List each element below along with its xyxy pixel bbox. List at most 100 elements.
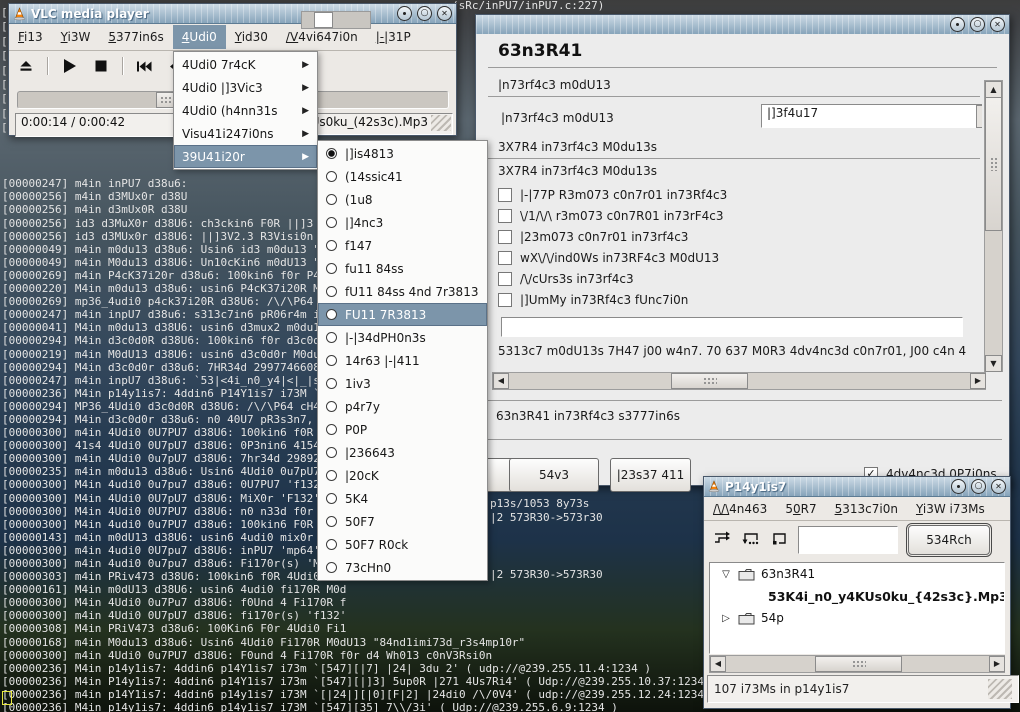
equalizer-menu-item[interactable]: (1u8 bbox=[318, 188, 487, 211]
scroll-left-icon[interactable]: ◀ bbox=[710, 656, 726, 672]
radio-icon[interactable] bbox=[326, 332, 337, 343]
maximize-icon[interactable]: ○ bbox=[417, 6, 432, 21]
minimize-icon[interactable] bbox=[951, 479, 966, 494]
expander-icon[interactable]: ▽ bbox=[720, 569, 732, 580]
prefs-vscrollbar[interactable]: ▲ ▼ bbox=[984, 80, 1003, 372]
scroll-up-icon[interactable]: ▲ bbox=[985, 81, 1002, 98]
equalizer-menu-item[interactable]: |20cK bbox=[318, 464, 487, 487]
preferences-titlebar[interactable]: ○ ✕ bbox=[476, 15, 1009, 35]
module-checkbox-row[interactable]: ✓ /\/cUrs3s in73rf4c3 bbox=[498, 268, 727, 289]
tree-row-file[interactable]: 53K4i_n0_y4KUs0ku_{42s3c}.Mp3 bbox=[710, 585, 1004, 607]
checkbox-icon[interactable]: ✓ bbox=[498, 188, 512, 202]
menubar-item[interactable]: 5313c7i0n bbox=[826, 497, 907, 521]
tree-row-folder[interactable]: ▷ 54p bbox=[710, 607, 1004, 629]
equalizer-menu-item[interactable]: 14r63 |-|411 bbox=[318, 349, 487, 372]
eject-icon[interactable] bbox=[15, 56, 37, 76]
equalizer-menu-item[interactable]: |236643 bbox=[318, 441, 487, 464]
resize-grip-icon[interactable] bbox=[431, 115, 451, 131]
vlc-titlebar[interactable]: VLC media player ○ ✕ bbox=[9, 4, 456, 24]
maximize-icon[interactable]: ○ bbox=[971, 479, 986, 494]
prefs-hscrollbar[interactable]: ◀ ▶ bbox=[492, 372, 986, 390]
radio-icon[interactable] bbox=[326, 470, 337, 481]
equalizer-menu-item[interactable]: FU11 7R3813 bbox=[318, 303, 487, 326]
module-checkbox-row[interactable]: ✓ |23m073 c0n7r01 in73rf4c3 bbox=[498, 226, 727, 247]
radio-icon[interactable] bbox=[326, 286, 337, 297]
radio-icon[interactable] bbox=[326, 171, 337, 182]
interface-module-select[interactable]: |]3f4u17 bbox=[761, 104, 982, 128]
radio-icon[interactable] bbox=[326, 240, 337, 251]
audio-menu-item[interactable]: 39U41i20r ▶ bbox=[174, 145, 317, 168]
checkbox-icon[interactable]: ✓ bbox=[498, 230, 512, 244]
previous-icon[interactable] bbox=[133, 56, 155, 76]
volume-slider-handle[interactable] bbox=[314, 12, 333, 28]
menubar-item[interactable]: |-|31P bbox=[367, 25, 420, 49]
menubar-item[interactable]: 4Udi0 bbox=[173, 25, 226, 49]
equalizer-menu-item[interactable]: 5K4 bbox=[318, 487, 487, 510]
radio-icon[interactable] bbox=[326, 493, 337, 504]
equalizer-menu-item[interactable]: 50F7 R0ck bbox=[318, 533, 487, 556]
radio-icon[interactable] bbox=[326, 194, 337, 205]
checkbox-icon[interactable]: ✓ bbox=[498, 293, 512, 307]
volume-slider[interactable] bbox=[301, 11, 371, 29]
radio-icon[interactable] bbox=[326, 309, 337, 320]
menubar-item[interactable]: Yid30 bbox=[226, 25, 277, 49]
close-icon[interactable]: ✕ bbox=[437, 6, 452, 21]
radio-icon[interactable] bbox=[326, 148, 337, 159]
hscroll-thumb[interactable] bbox=[815, 656, 902, 672]
vscroll-thumb[interactable] bbox=[985, 97, 1002, 231]
equalizer-menu-item[interactable]: 1iv3 bbox=[318, 372, 487, 395]
audio-menu-item[interactable]: 4Udi0 (h4nn31s ▶ bbox=[174, 99, 317, 122]
module-checkbox-row[interactable]: ✓ |]UmMy in73Rf4c3 fUnc7i0n bbox=[498, 289, 727, 310]
scroll-down-icon[interactable]: ▼ bbox=[985, 355, 1002, 372]
equalizer-menu-item[interactable]: 73cHn0 bbox=[318, 556, 487, 579]
repeat-all-icon[interactable] bbox=[742, 530, 760, 550]
radio-icon[interactable] bbox=[326, 355, 337, 366]
save-button[interactable]: 54v3 bbox=[509, 458, 599, 492]
menubar-item[interactable]: 5377in6s bbox=[99, 25, 172, 49]
radio-icon[interactable] bbox=[326, 378, 337, 389]
equalizer-menu-item[interactable]: fu11 84ss bbox=[318, 257, 487, 280]
audio-menu-item[interactable]: 4Udi0 |]3Vic3 ▶ bbox=[174, 76, 317, 99]
radio-icon[interactable] bbox=[326, 516, 337, 527]
module-text-input[interactable] bbox=[501, 317, 963, 337]
module-checkbox-row[interactable]: ✓ wX\/\/ind0Ws in73RF4c3 M0dU13 bbox=[498, 247, 727, 268]
equalizer-menu-item[interactable]: (14ssic41 bbox=[318, 165, 487, 188]
radio-icon[interactable] bbox=[326, 424, 337, 435]
combo-arrow-icon[interactable]: ▾ bbox=[976, 105, 982, 128]
audio-menu-item[interactable]: Visu41i247i0ns ▶ bbox=[174, 122, 317, 145]
radio-icon[interactable] bbox=[326, 562, 337, 573]
scroll-right-icon[interactable]: ▶ bbox=[970, 373, 986, 389]
menubar-item[interactable]: Yi3W i73Ms bbox=[907, 497, 994, 521]
repeat-one-icon[interactable] bbox=[770, 530, 788, 550]
checkbox-icon[interactable]: ✓ bbox=[498, 251, 512, 265]
tree-row-folder[interactable]: ▽ 63n3R41 bbox=[710, 563, 1004, 585]
close-icon[interactable]: ✕ bbox=[991, 479, 1006, 494]
equalizer-menu-item[interactable]: |]is4813 bbox=[318, 142, 487, 165]
resize-grip-icon[interactable] bbox=[988, 679, 1012, 699]
playlist-hscrollbar[interactable]: ◀ ▶ bbox=[709, 655, 1005, 673]
module-checkbox-row[interactable]: ✓ |-|77P R3m073 c0n7r01 in73Rf4c3 bbox=[498, 184, 727, 205]
radio-icon[interactable] bbox=[326, 217, 337, 228]
maximize-icon[interactable]: ○ bbox=[970, 17, 985, 32]
menubar-item[interactable]: 50R7 bbox=[776, 497, 825, 521]
audio-menu-item[interactable]: 4Udi0 7r4cK ▶ bbox=[174, 53, 317, 76]
playlist-search-input[interactable] bbox=[798, 526, 898, 554]
minimize-icon[interactable] bbox=[397, 6, 412, 21]
equalizer-menu-item[interactable]: 50F7 bbox=[318, 510, 487, 533]
shuffle-icon[interactable] bbox=[714, 530, 732, 550]
scroll-right-icon[interactable]: ▶ bbox=[989, 656, 1005, 672]
equalizer-menu-item[interactable]: p4r7y bbox=[318, 395, 487, 418]
equalizer-menu-item[interactable]: |-|34dPH0n3s bbox=[318, 326, 487, 349]
radio-icon[interactable] bbox=[326, 539, 337, 550]
radio-icon[interactable] bbox=[326, 447, 337, 458]
playlist-titlebar[interactable]: P14y1is7 ○ ✕ bbox=[704, 477, 1010, 497]
equalizer-menu-item[interactable]: |]4nc3 bbox=[318, 211, 487, 234]
menubar-item[interactable]: Fi13 bbox=[9, 25, 52, 49]
search-button[interactable]: 534Rch bbox=[908, 525, 990, 555]
module-checkbox-row[interactable]: ✓ \/1/\/\ r3m073 c0n7R01 in73rF4c3 bbox=[498, 205, 727, 226]
play-icon[interactable] bbox=[58, 56, 80, 76]
hscroll-thumb[interactable] bbox=[671, 373, 748, 389]
scroll-left-icon[interactable]: ◀ bbox=[493, 373, 509, 389]
checkbox-icon[interactable]: ✓ bbox=[498, 209, 512, 223]
menubar-item[interactable]: Yi3W bbox=[52, 25, 100, 49]
